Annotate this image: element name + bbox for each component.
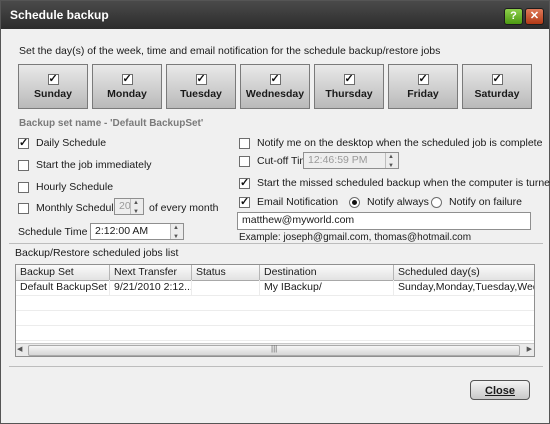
monthly-schedule-option[interactable]: Monthly Schedule	[18, 202, 119, 214]
grip-icon: |||	[271, 344, 278, 353]
column-header-destination[interactable]: Destination	[260, 265, 394, 280]
schedule-time-value: 2:12:00 AM	[95, 225, 149, 237]
month-day-stepper[interactable]: 20	[114, 196, 144, 220]
notify-failure-label: Notify on failure	[449, 196, 522, 208]
column-header-backup-set[interactable]: Backup Set	[16, 265, 110, 280]
column-header-scheduled-days[interactable]: Scheduled day(s)	[394, 265, 534, 280]
table-header: Backup Set Next Transfer Status Destinat…	[16, 265, 534, 281]
cutoff-time-checkbox[interactable]	[239, 155, 250, 167]
day-saturday-checkbox[interactable]	[491, 72, 503, 85]
month-day-value: 20	[119, 200, 131, 212]
start-missed-checkbox[interactable]	[239, 176, 250, 189]
day-thursday[interactable]: Thursday	[314, 64, 384, 109]
monthly-suffix: of every month	[149, 202, 219, 214]
window-close-button[interactable]: ✕	[525, 8, 544, 25]
notify-desktop-label: Notify me on the desktop when the schedu…	[257, 137, 543, 149]
cell-destination: My IBackup/	[260, 280, 394, 295]
stepper-arrows-icon[interactable]	[170, 221, 183, 245]
notify-always-label: Notify always	[367, 196, 429, 208]
monthly-schedule-label: Monthly Schedule	[36, 202, 120, 214]
schedule-time-label: Schedule Time :	[18, 226, 94, 238]
email-notification-option[interactable]: Email Notification	[239, 195, 339, 208]
monthly-schedule-checkbox[interactable]	[18, 202, 29, 214]
stepper-arrows-icon[interactable]	[385, 150, 398, 174]
notify-always-option[interactable]: Notify always	[349, 196, 429, 208]
table-row-empty	[16, 295, 534, 311]
scrollbar-thumb[interactable]: |||	[28, 344, 520, 356]
schedule-time-input[interactable]: 2:12:00 AM	[90, 221, 184, 245]
daily-schedule-option[interactable]: Daily Schedule	[18, 136, 107, 149]
notify-desktop-checkbox[interactable]	[239, 137, 250, 149]
scroll-right-icon[interactable]: ▶	[527, 344, 532, 356]
start-missed-label: Start the missed scheduled backup when t…	[257, 177, 550, 189]
start-immediately-checkbox[interactable]	[18, 159, 29, 171]
notify-always-radio[interactable]	[349, 196, 360, 208]
email-value: matthew@myworld.com	[242, 214, 355, 226]
day-label: Saturday	[474, 88, 520, 100]
day-label: Tuesday	[180, 88, 222, 100]
email-example: Example: joseph@gmail.com, thomas@hotmai…	[239, 232, 472, 243]
question-icon: ?	[510, 10, 517, 22]
start-immediately-label: Start the job immediately	[36, 159, 152, 171]
day-sunday[interactable]: Sunday	[18, 64, 88, 109]
divider	[9, 243, 543, 244]
cutoff-time-input[interactable]: 12:46:59 PM	[303, 150, 399, 174]
notify-desktop-option[interactable]: Notify me on the desktop when the schedu…	[239, 137, 542, 149]
close-icon: ✕	[529, 10, 540, 22]
column-header-next-transfer[interactable]: Next Transfer	[110, 265, 192, 280]
hourly-schedule-label: Hourly Schedule	[36, 181, 114, 193]
day-saturday[interactable]: Saturday	[462, 64, 532, 109]
email-notification-checkbox[interactable]	[239, 195, 250, 208]
day-label: Sunday	[34, 88, 72, 100]
day-label: Thursday	[325, 88, 373, 100]
daily-schedule-checkbox[interactable]	[18, 136, 29, 149]
day-wednesday[interactable]: Wednesday	[240, 64, 310, 109]
notify-failure-radio[interactable]	[431, 196, 442, 208]
column-header-status[interactable]: Status	[192, 265, 260, 280]
start-missed-option[interactable]: Start the missed scheduled backup when t…	[239, 176, 550, 189]
table-row[interactable]: Default BackupSet 9/21/2010 2:12... My I…	[16, 280, 534, 296]
hourly-schedule-checkbox[interactable]	[18, 181, 29, 193]
day-tuesday[interactable]: Tuesday	[166, 64, 236, 109]
day-sunday-checkbox[interactable]	[47, 72, 59, 85]
day-label: Friday	[407, 88, 439, 100]
cell-next-transfer: 9/21/2010 2:12...	[110, 280, 192, 295]
table-row-empty	[16, 325, 534, 341]
schedule-backup-window: Schedule backup ? ✕ Set the day(s) of th…	[0, 0, 550, 424]
day-wednesday-checkbox[interactable]	[269, 72, 281, 85]
title-bar[interactable]: Schedule backup ? ✕	[1, 1, 549, 29]
notify-failure-option[interactable]: Notify on failure	[431, 196, 522, 208]
day-monday-checkbox[interactable]	[121, 72, 133, 85]
cell-backup-set: Default BackupSet	[16, 280, 110, 295]
email-field[interactable]: matthew@myworld.com	[237, 212, 531, 230]
cutoff-time-value: 12:46:59 PM	[308, 154, 368, 166]
email-notification-label: Email Notification	[257, 196, 339, 208]
day-label: Monday	[107, 88, 147, 100]
stepper-arrows-icon[interactable]	[130, 196, 143, 220]
divider	[9, 366, 543, 367]
close-button[interactable]: Close	[470, 380, 530, 400]
hourly-schedule-option[interactable]: Hourly Schedule	[18, 181, 113, 193]
window-title: Schedule backup	[10, 8, 109, 22]
daily-schedule-label: Daily Schedule	[36, 137, 107, 149]
scroll-left-icon[interactable]: ◀	[17, 344, 22, 356]
instruction-text: Set the day(s) of the week, time and ema…	[19, 45, 441, 57]
day-thursday-checkbox[interactable]	[343, 72, 355, 85]
cell-status	[192, 280, 260, 295]
backup-set-name: Backup set name - 'Default BackupSet'	[19, 118, 204, 129]
jobs-table[interactable]: Backup Set Next Transfer Status Destinat…	[15, 264, 535, 357]
table-row-empty	[16, 310, 534, 326]
horizontal-scrollbar[interactable]: ◀ ||| ▶	[16, 343, 534, 356]
day-friday-checkbox[interactable]	[417, 72, 429, 85]
day-tuesday-checkbox[interactable]	[195, 72, 207, 85]
help-button[interactable]: ?	[504, 8, 523, 25]
day-friday[interactable]: Friday	[388, 64, 458, 109]
jobs-list-title: Backup/Restore scheduled jobs list	[15, 247, 179, 259]
start-immediately-option[interactable]: Start the job immediately	[18, 159, 152, 171]
day-monday[interactable]: Monday	[92, 64, 162, 109]
day-label: Wednesday	[245, 88, 305, 100]
close-button-label: Close	[485, 385, 515, 397]
cell-scheduled-days: Sunday,Monday,Tuesday,Wednesday	[394, 280, 534, 295]
